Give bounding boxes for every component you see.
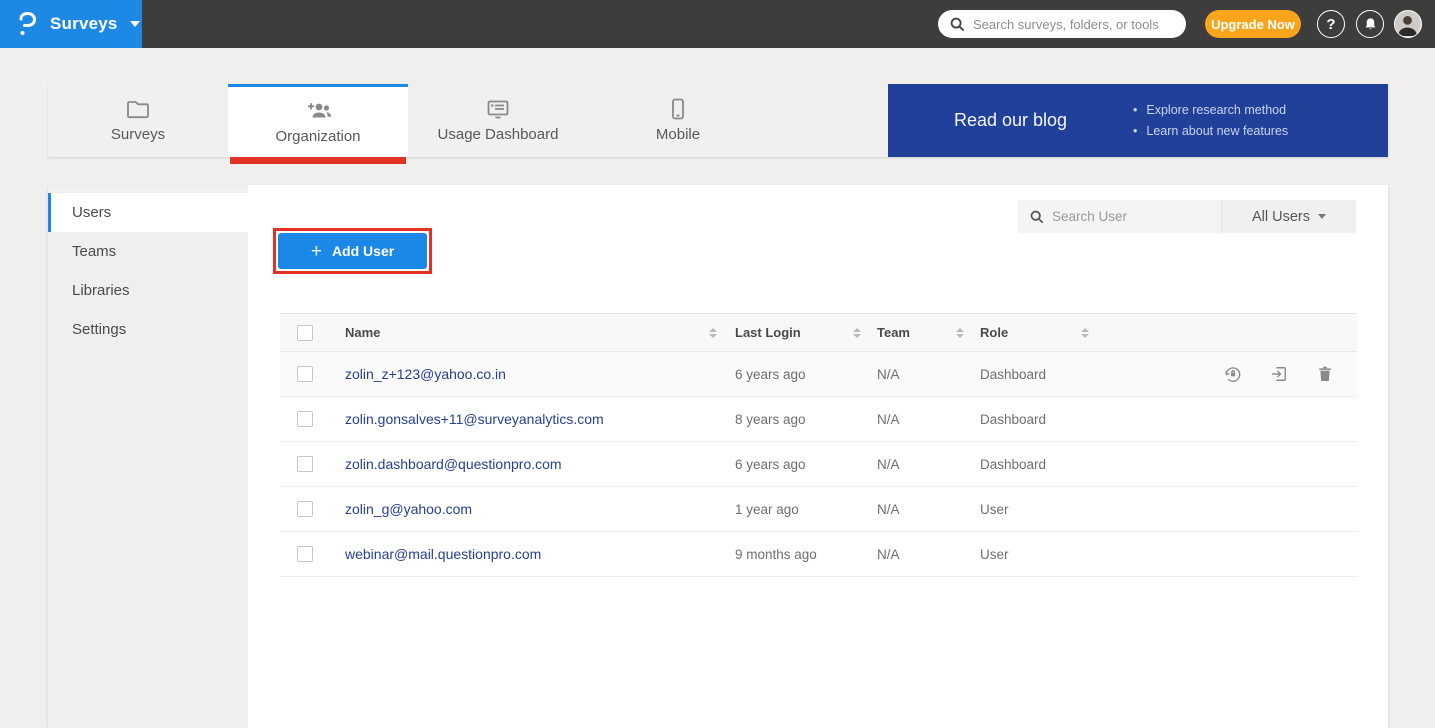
sidebar-item-teams[interactable]: Teams [48,232,248,271]
dashboard-icon [486,98,510,120]
delete-user-icon[interactable] [1315,364,1335,384]
last-login-cell: 6 years ago [735,457,806,472]
team-cell: N/A [877,502,900,517]
user-email-link[interactable]: zolin_g@yahoo.com [345,501,472,517]
question-mark-icon: ? [1326,16,1335,33]
global-search[interactable] [938,10,1186,38]
column-header-last-login: Last Login [735,325,801,340]
role-cell: User [980,547,1009,562]
search-user-input[interactable] [1052,209,1229,224]
last-login-cell: 8 years ago [735,412,806,427]
tab-label: Mobile [656,126,700,143]
sort-last-login-icon[interactable] [853,328,861,338]
table-row: zolin_g@yahoo.com 1 year ago N/A User [280,487,1357,532]
product-name: Surveys [50,14,118,34]
add-people-icon [303,100,333,122]
tab-surveys[interactable]: Surveys [48,84,228,157]
table-header-row: Name Last Login Team Role [280,313,1357,352]
user-email-link[interactable]: zolin_z+123@yahoo.co.in [345,366,506,382]
global-search-input[interactable] [973,17,1174,32]
upgrade-now-button[interactable]: Upgrade Now [1205,10,1301,38]
user-email-link[interactable]: zolin.gonsalves+11@surveyanalytics.com [345,411,604,427]
sort-name-icon[interactable] [709,328,717,338]
chevron-down-icon [1318,214,1326,219]
select-all-checkbox[interactable] [297,325,313,341]
bell-icon [1363,17,1378,32]
chevron-down-icon [130,21,140,27]
row-checkbox[interactable] [297,366,313,382]
mobile-icon [671,98,685,120]
row-checkbox[interactable] [297,501,313,517]
add-user-label: Add User [332,243,394,259]
role-cell: Dashboard [980,412,1046,427]
sidebar-item-users[interactable]: Users [48,193,248,232]
tab-label: Surveys [111,126,165,143]
role-cell: User [980,502,1009,517]
user-email-link[interactable]: webinar@mail.questionpro.com [345,546,541,562]
blog-bullet: Explore research method [1133,100,1288,121]
plus-icon: + [311,242,322,261]
product-switcher[interactable]: Surveys [0,0,142,48]
last-login-cell: 9 months ago [735,547,817,562]
add-user-button[interactable]: + Add User [278,233,427,269]
sidebar-item-libraries[interactable]: Libraries [48,271,248,310]
notifications-button[interactable] [1356,10,1384,38]
sidebar-item-label: Settings [72,321,126,338]
blog-title: Read our blog [888,110,1133,131]
sidebar-item-label: Libraries [72,282,130,299]
tab-mobile[interactable]: Mobile [588,84,768,157]
annotation-red-underline [230,157,406,164]
user-email-link[interactable]: zolin.dashboard@questionpro.com [345,456,562,472]
tab-label: Usage Dashboard [438,126,559,143]
reset-password-icon[interactable] [1223,364,1243,384]
login-as-user-icon[interactable] [1269,364,1289,384]
module-tabs: Surveys Organization Usage Dashboard [48,84,1388,157]
user-filter-bar: All Users [1018,200,1356,233]
row-checkbox[interactable] [297,411,313,427]
search-user-box[interactable] [1018,200,1222,233]
row-checkbox[interactable] [297,456,313,472]
column-header-role: Role [980,325,1008,340]
table-row: webinar@mail.questionpro.com 9 months ag… [280,532,1357,577]
blog-bullet: Learn about new features [1133,121,1288,142]
last-login-cell: 6 years ago [735,367,806,382]
tab-usage-dashboard[interactable]: Usage Dashboard [408,84,588,157]
org-sidebar: Users Teams Libraries Settings [48,185,248,728]
team-cell: N/A [877,547,900,562]
top-bar: Surveys Upgrade Now ? [0,0,1435,48]
annotation-red-box: + Add User [273,228,432,274]
filter-value: All Users [1252,209,1310,225]
team-cell: N/A [877,412,900,427]
all-users-dropdown[interactable]: All Users [1222,200,1356,233]
column-header-name: Name [345,325,380,340]
column-header-team: Team [877,325,910,340]
search-icon [1030,210,1044,224]
user-avatar[interactable] [1394,10,1422,38]
users-table: Name Last Login Team Role zolin_z+123@ya… [280,313,1357,577]
row-checkbox[interactable] [297,546,313,562]
blog-banner[interactable]: Read our blog Explore research method Le… [888,84,1388,157]
last-login-cell: 1 year ago [735,502,799,517]
search-icon [950,17,965,32]
sort-role-icon[interactable] [1081,328,1089,338]
sidebar-item-label: Teams [72,243,116,260]
tab-label: Organization [275,128,360,145]
table-row: zolin.dashboard@questionpro.com 6 years … [280,442,1357,487]
team-cell: N/A [877,457,900,472]
blog-bullet-list: Explore research method Learn about new … [1133,100,1288,142]
questionpro-logo-icon [16,10,40,38]
sidebar-item-label: Users [72,204,111,221]
sidebar-item-settings[interactable]: Settings [48,310,248,349]
tab-organization[interactable]: Organization [228,84,408,157]
table-row: zolin.gonsalves+11@surveyanalytics.com 8… [280,397,1357,442]
organization-panel: Users Teams Libraries Settings + Add Use… [48,185,1388,728]
table-row: zolin_z+123@yahoo.co.in 6 years ago N/A … [280,352,1357,397]
help-button[interactable]: ? [1317,10,1345,38]
sort-team-icon[interactable] [956,328,964,338]
team-cell: N/A [877,367,900,382]
role-cell: Dashboard [980,457,1046,472]
folder-icon [126,98,150,120]
role-cell: Dashboard [980,367,1046,382]
